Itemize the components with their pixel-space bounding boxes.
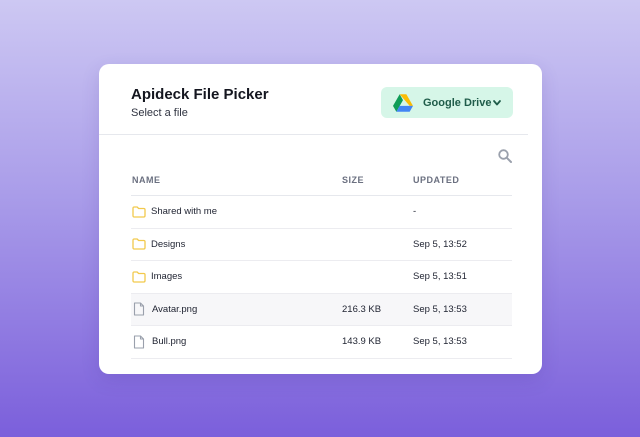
table-row[interactable]: Bull.png 143.9 KB Sep 5, 13:53 <box>131 326 512 359</box>
provider-label: Google Drive <box>423 96 492 109</box>
column-header-size[interactable]: SIZE <box>342 175 413 185</box>
picker-title: Apideck File Picker <box>131 86 269 103</box>
row-name-cell: Avatar.png <box>131 302 342 316</box>
row-name-cell: Bull.png <box>131 335 342 349</box>
file-name: Images <box>151 271 183 283</box>
google-drive-icon <box>393 93 413 112</box>
table-row[interactable]: Shared with me - <box>131 196 512 229</box>
folder-icon <box>132 271 146 283</box>
file-icon <box>133 302 145 316</box>
file-updated: Sep 5, 13:52 <box>413 238 467 250</box>
table-row[interactable]: Images Sep 5, 13:51 <box>131 261 512 294</box>
file-updated: - <box>413 206 417 218</box>
column-header-updated[interactable]: UPDATED <box>413 175 512 185</box>
file-size: 216.3 KB <box>342 303 382 315</box>
search-icon[interactable] <box>497 148 513 164</box>
file-size: 143.9 KB <box>342 336 382 348</box>
table-row[interactable]: Avatar.png 216.3 KB Sep 5, 13:53 <box>131 293 512 326</box>
folder-icon <box>132 238 146 250</box>
table-row[interactable]: Designs Sep 5, 13:52 <box>131 229 512 261</box>
chevron-down-icon <box>493 100 501 106</box>
row-name-cell: Images <box>131 271 342 283</box>
picker-subtitle: Select a file <box>131 107 188 119</box>
header-divider <box>99 134 528 135</box>
file-name: Designs <box>151 238 186 250</box>
table-header: NAME SIZE UPDATED <box>131 164 512 196</box>
file-icon <box>133 335 145 349</box>
provider-dropdown[interactable]: Google Drive <box>381 87 513 118</box>
file-picker-card: Apideck File Picker Select a file Google… <box>99 64 542 374</box>
folder-icon <box>132 206 146 218</box>
file-name: Avatar.png <box>152 303 198 315</box>
file-name: Bull.png <box>152 336 187 348</box>
file-updated: Sep 5, 13:51 <box>413 271 467 283</box>
file-name: Shared with me <box>151 206 218 218</box>
files-table: NAME SIZE UPDATED Shared with me - Desig… <box>131 164 512 359</box>
row-name-cell: Designs <box>131 238 342 250</box>
file-updated: Sep 5, 13:53 <box>413 303 467 315</box>
row-name-cell: Shared with me <box>131 206 342 218</box>
file-updated: Sep 5, 13:53 <box>413 336 467 348</box>
column-header-name[interactable]: NAME <box>131 175 342 185</box>
